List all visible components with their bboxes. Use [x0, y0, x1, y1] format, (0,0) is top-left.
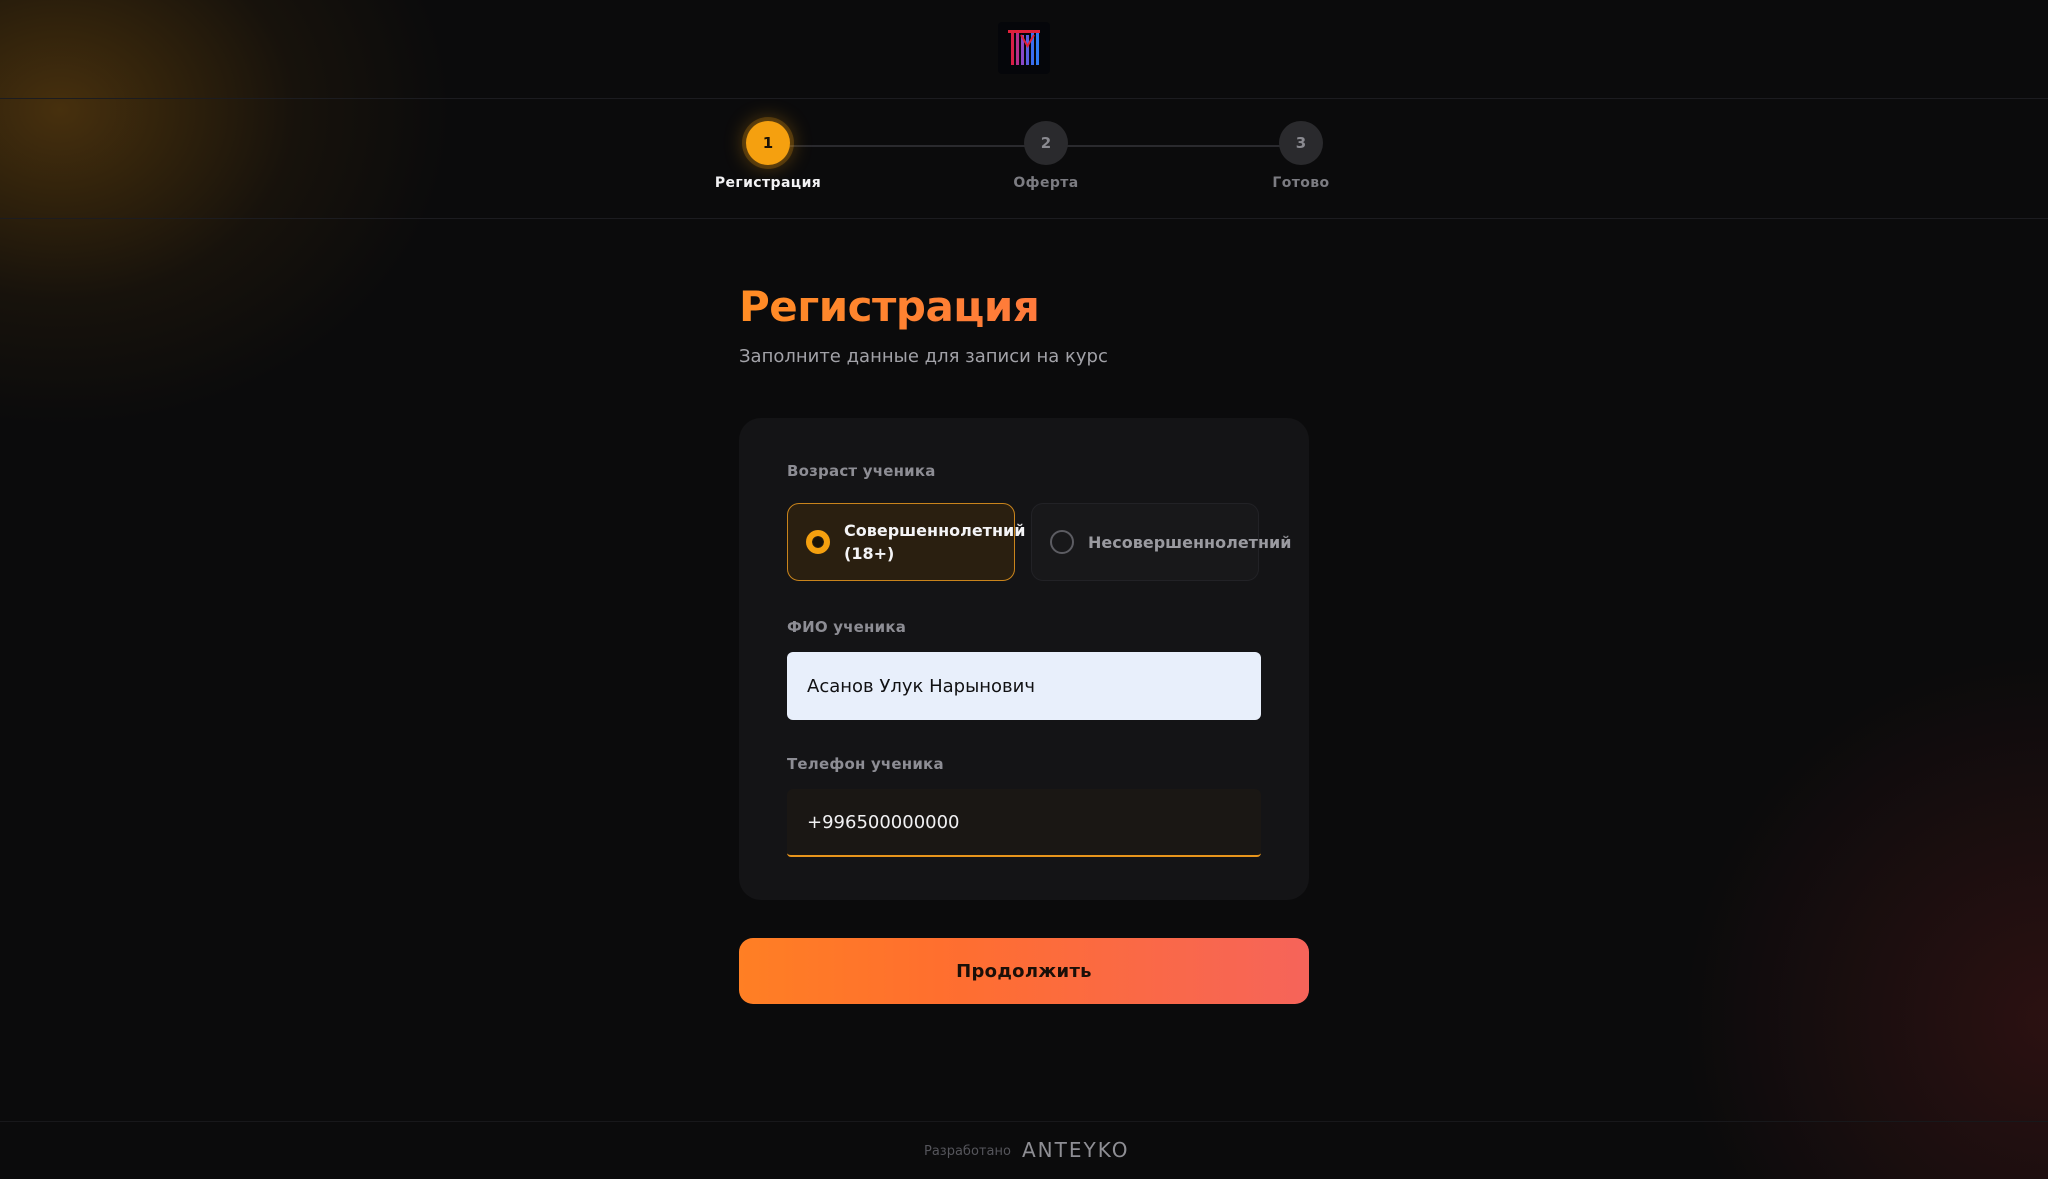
registration-form-card: Возраст ученика Совершеннолетний (18+) Н… [739, 418, 1309, 900]
phone-label: Телефон ученика [787, 755, 944, 773]
continue-button[interactable]: Продолжить [739, 938, 1309, 1004]
name-label: ФИО ученика [787, 618, 907, 636]
step-number: 2 [1024, 121, 1068, 165]
step-label: Оферта [1013, 175, 1079, 191]
page-title: Регистрация [739, 282, 1040, 331]
age-option-adult[interactable]: Совершеннолетний (18+) [787, 503, 1026, 581]
radio-selected-icon[interactable] [806, 530, 830, 554]
step-done: 3 Готово [1201, 121, 1401, 191]
age-label: Возраст ученика [787, 462, 936, 480]
step-label: Готово [1272, 175, 1330, 191]
school-logo-icon[interactable] [998, 22, 1050, 74]
age-option-minor[interactable]: Несовершеннолетний [1031, 503, 1291, 581]
developer-brand-link[interactable]: ANTEYKO [1022, 1138, 1129, 1162]
age-option-label: Совершеннолетний (18+) [844, 521, 1026, 563]
footer: Разработано ANTEYKO [0, 1121, 2048, 1179]
header [0, 0, 2048, 99]
age-option-label: Несовершеннолетний [1088, 532, 1292, 552]
developed-by-label: Разработано [924, 1144, 1011, 1159]
page-subtitle: Заполните данные для записи на курс [739, 346, 1108, 367]
name-input[interactable] [787, 652, 1261, 720]
step-registration: 1 Регистрация [668, 121, 868, 191]
step-number: 1 [746, 121, 790, 165]
step-number: 3 [1279, 121, 1323, 165]
step-offer: 2 Оферта [946, 121, 1146, 191]
phone-input[interactable] [787, 789, 1261, 857]
radio-unselected-icon[interactable] [1050, 530, 1074, 554]
registration-page: 1 Регистрация 2 Оферта 3 Готово Регистра… [0, 0, 2048, 1179]
step-label: Регистрация [714, 175, 822, 191]
